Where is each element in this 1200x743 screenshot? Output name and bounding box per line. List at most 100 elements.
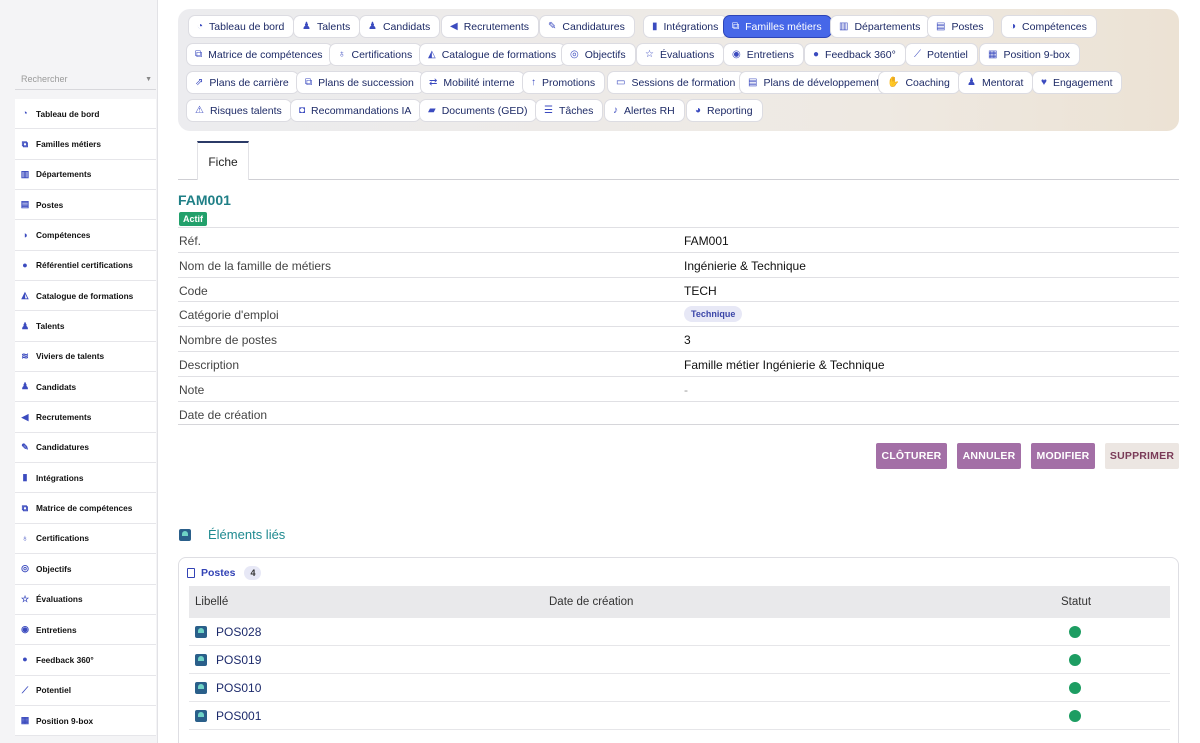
sidebar-item[interactable]: ♁ Certifications xyxy=(15,524,156,555)
nav-pill[interactable]: ▮ Intégrations xyxy=(643,15,729,38)
nav-pill-label: Plans de succession xyxy=(318,76,414,89)
sidebar-item[interactable]: ☆ Évaluations xyxy=(15,585,156,615)
nav-pill[interactable]: ◕ Reporting xyxy=(686,99,763,122)
linked-elements-icon xyxy=(179,529,191,541)
sidebar-item[interactable]: ● Feedback 360° xyxy=(15,645,156,676)
nav-pill[interactable]: ▭ Sessions de formation xyxy=(607,71,746,94)
sidebar-item[interactable]: ⧉ Matrice de compétences xyxy=(15,493,156,524)
delete-button[interactable]: SUPPRIMER xyxy=(1105,443,1179,469)
nav-pill[interactable]: ◔ Tableau de bord xyxy=(188,15,295,38)
matrix-icon: ⧉ xyxy=(195,48,203,60)
field-value: Famille métier Ingénierie & Technique xyxy=(684,357,885,372)
row-label[interactable]: POS001 xyxy=(216,709,261,723)
sidebar-item[interactable]: ▮ Intégrations xyxy=(15,463,156,494)
poste-icon xyxy=(195,626,207,638)
field-row: Date de création xyxy=(178,400,1179,426)
nav-pill[interactable]: ⧉ Matrice de compétences xyxy=(186,43,333,66)
sidebar-item[interactable]: ▤ Postes xyxy=(15,190,156,221)
search-input[interactable] xyxy=(15,68,135,84)
nav-pill[interactable]: ◀ Recrutements xyxy=(441,15,540,38)
nav-pill-label: Talents xyxy=(316,20,351,33)
sidebar-item[interactable]: ♟ Talents xyxy=(15,311,156,342)
sidebar-item[interactable]: ▦ Position 9-box xyxy=(15,706,156,737)
sidebar-item[interactable]: ◭ Catalogue de formations xyxy=(15,281,156,312)
nav-pill-label: Tableau de bord xyxy=(209,20,285,33)
sidebar-item-label: Référentiel certifications xyxy=(36,260,133,271)
sidebar-item[interactable]: ● Référentiel certifications xyxy=(15,251,156,282)
close-button[interactable]: CLÔTURER xyxy=(876,443,947,469)
nav-pill[interactable]: ♪ Alertes RH xyxy=(604,99,685,122)
column-header-date[interactable]: Date de création xyxy=(549,596,633,608)
nav-pill[interactable]: ✋ Coaching xyxy=(878,71,960,94)
sidebar-item-label: Potentiel xyxy=(36,685,72,696)
grid-icon: ▦ xyxy=(20,715,30,726)
sidebar-search[interactable]: ▼ xyxy=(15,68,156,90)
sidebar-item[interactable]: ⟋ Potentiel xyxy=(15,676,156,706)
nav-pill[interactable]: ⇗ Plans de carrière xyxy=(186,71,299,94)
nav-pill[interactable]: ⧉ Familles métiers xyxy=(723,15,832,38)
sidebar-item[interactable]: ◎ Objectifs xyxy=(15,554,156,585)
nav-pill[interactable]: ⧉ Plans de succession xyxy=(296,71,424,94)
target-icon: ◎ xyxy=(570,48,579,60)
row-label[interactable]: POS019 xyxy=(216,653,261,667)
cancel-button[interactable]: ANNULER xyxy=(957,443,1021,469)
sidebar-item[interactable]: ◀ Recrutements xyxy=(15,402,156,433)
column-header-status[interactable]: Statut xyxy=(1061,596,1091,608)
nav-pill-label: Sessions de formation xyxy=(631,76,736,89)
field-row: Nom de la famille de métiers Ingénierie &… xyxy=(178,251,1179,277)
sidebar-item[interactable]: ≋ Viviers de talents xyxy=(15,342,156,373)
field-label: Nom de la famille de métiers xyxy=(179,258,332,273)
nav-pill[interactable]: ☰ Tâches xyxy=(535,99,604,122)
nav-pill-label: Promotions xyxy=(542,76,596,89)
nav-pill[interactable]: ♥ Engagement xyxy=(1032,71,1123,94)
row-label[interactable]: POS028 xyxy=(216,625,261,639)
nav-pill[interactable]: ◉ Entretiens xyxy=(723,43,805,66)
table-row[interactable]: POS028 xyxy=(189,618,1170,646)
edit-button[interactable]: MODIFIER xyxy=(1031,443,1095,469)
nav-pill[interactable]: ♟ Talents xyxy=(293,15,361,38)
nav-pill[interactable]: ▥ Départements xyxy=(830,15,931,38)
nav-pill[interactable]: ♁ Certifications xyxy=(329,43,423,66)
record-title: FAM001 xyxy=(178,192,231,208)
nav-pill[interactable]: ⇄ Mobilité interne xyxy=(420,71,525,94)
nav-pill-label: Intégrations xyxy=(663,20,719,33)
sidebar-item[interactable]: ◉ Entretiens xyxy=(15,615,156,646)
sidebar-item[interactable]: ◑ Compétences xyxy=(15,220,156,251)
linked-elements-title: Éléments liés xyxy=(208,527,286,542)
nav-pill[interactable]: ◎ Objectifs xyxy=(561,43,636,66)
nav-pill[interactable]: ▤ Postes xyxy=(927,15,994,38)
nav-pill[interactable]: ♟ Mentorat xyxy=(958,71,1034,94)
nav-pill[interactable]: ⟋ Potentiel xyxy=(905,43,978,66)
sidebar-item[interactable]: ▥ Départements xyxy=(15,160,156,191)
nav-pill[interactable]: ▤ Plans de développement xyxy=(739,71,890,94)
user-icon: ♟ xyxy=(20,320,30,331)
row-label[interactable]: POS010 xyxy=(216,681,261,695)
field-label: Réf. xyxy=(179,234,202,248)
nav-pill[interactable]: ▰ Documents (GED) xyxy=(419,99,538,122)
sidebar-item[interactable]: ♟ Candidats xyxy=(15,372,156,403)
chevron-down-icon[interactable]: ▼ xyxy=(145,76,152,83)
sidebar-item[interactable]: ⧉ Familles métiers xyxy=(15,129,156,160)
table-row[interactable]: POS019 xyxy=(189,646,1170,674)
nav-pill[interactable]: ◭ Catalogue de formations xyxy=(419,43,567,66)
nav-pill[interactable]: ♟ Candidats xyxy=(359,15,441,38)
nav-pill[interactable]: ▦ Position 9-box xyxy=(979,43,1080,66)
table-row[interactable]: POS001 xyxy=(189,702,1170,730)
nav-pill-label: Plans de carrière xyxy=(209,76,289,89)
sidebar-item-label: Matrice de compétences xyxy=(36,503,133,514)
nav-pill[interactable]: ☆ Évaluations xyxy=(636,43,725,66)
nav-pill[interactable]: ↑ Promotions xyxy=(522,71,606,94)
sidebar-item[interactable]: ✎ Candidatures xyxy=(15,433,156,464)
table-body: POS028 POS019 POS010 POS001 xyxy=(189,618,1170,730)
comment-dots-icon: ● xyxy=(22,654,28,665)
nav-pill[interactable]: ◘ Recommandations IA xyxy=(290,99,422,122)
sidebar-item[interactable]: ◔ Tableau de bord xyxy=(15,99,156,130)
tab-fiche[interactable]: Fiche xyxy=(197,141,249,180)
nav-pill-label: Recrutements xyxy=(463,20,530,33)
column-header-label[interactable]: Libellé xyxy=(195,596,228,608)
nav-pill[interactable]: ✎ Candidatures xyxy=(539,15,635,38)
nav-pill[interactable]: ⚠ Risques talents xyxy=(186,99,292,122)
nav-pill[interactable]: ● Feedback 360° xyxy=(804,43,906,66)
nav-pill[interactable]: ◑ Compétences xyxy=(1001,15,1097,38)
table-row[interactable]: POS010 xyxy=(189,674,1170,702)
